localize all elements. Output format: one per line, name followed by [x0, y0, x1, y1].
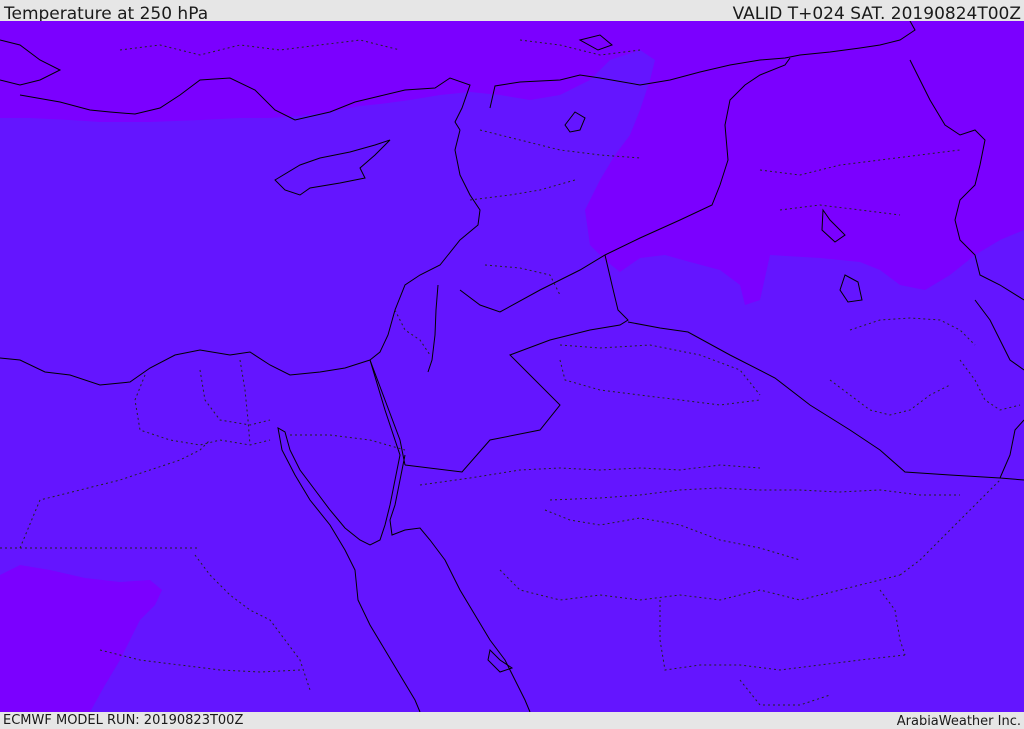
weather-map[interactable] [0, 21, 1024, 712]
map-viewer: Temperature at 250 hPa VALID T+024 SAT. … [0, 0, 1024, 729]
footer-bar: ECMWF MODEL RUN: 20190823T00Z ArabiaWeat… [0, 712, 1024, 729]
model-run-label: ECMWF MODEL RUN: 20190823T00Z [3, 713, 244, 728]
header-bar: Temperature at 250 hPa VALID T+024 SAT. … [0, 0, 1024, 24]
credit-label: ArabiaWeather Inc. [896, 714, 1021, 729]
map-canvas [0, 21, 1024, 712]
